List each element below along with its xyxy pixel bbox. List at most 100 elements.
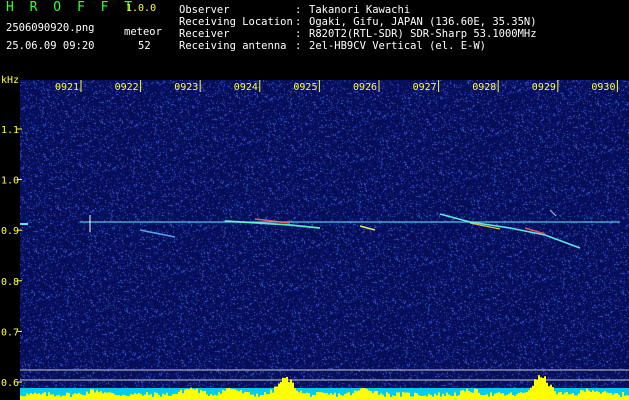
- power-bar-column: [576, 395, 578, 400]
- power-bar-column: [38, 393, 40, 400]
- power-bar-column: [60, 396, 62, 400]
- power-bar-column: [296, 390, 298, 400]
- power-bar-column: [396, 392, 398, 400]
- time-tick-label: 0924: [234, 82, 258, 93]
- power-bar-column: [490, 392, 492, 400]
- power-bar-column: [276, 386, 278, 400]
- power-bar-column: [244, 391, 246, 400]
- power-bar-column: [272, 392, 274, 400]
- power-bar-column: [212, 395, 214, 400]
- power-bar-column: [420, 396, 422, 400]
- power-bar-column: [80, 394, 82, 400]
- power-bar-column: [536, 379, 538, 400]
- power-bar-column: [32, 394, 34, 400]
- y-tick-label: 0.9: [1, 226, 19, 237]
- power-bar-column: [316, 392, 318, 400]
- power-bar-column: [372, 392, 374, 400]
- power-bar-column: [94, 392, 96, 400]
- power-bar-column: [282, 377, 284, 400]
- power-bar-column: [436, 395, 438, 400]
- power-bar-column: [586, 388, 588, 400]
- power-bar-column: [508, 393, 510, 400]
- power-bar-column: [500, 393, 502, 400]
- power-bar-column: [234, 389, 236, 400]
- power-bar-column: [50, 394, 52, 400]
- power-bar-column: [398, 392, 400, 400]
- power-bar-column: [462, 390, 464, 400]
- power-bar-column: [468, 391, 470, 400]
- meteor-echo-trail: [139, 229, 176, 238]
- power-bar-column: [114, 394, 116, 400]
- power-bar-column: [254, 396, 256, 400]
- power-bar-column: [608, 393, 610, 400]
- power-bar-column: [414, 392, 416, 400]
- power-bar-column: [482, 395, 484, 400]
- power-bar-column: [518, 392, 520, 400]
- power-bar-column: [614, 393, 616, 400]
- power-bar-column: [418, 395, 420, 400]
- power-bar-column: [54, 396, 56, 400]
- power-bar-column: [116, 395, 118, 400]
- power-bar-column: [424, 395, 426, 400]
- power-bar-column: [262, 394, 264, 400]
- power-bar-column: [288, 382, 290, 400]
- power-bar-column: [248, 392, 250, 400]
- power-bar-column: [64, 395, 66, 400]
- power-bar-column: [624, 395, 626, 400]
- meteor-echo-layer: [20, 209, 620, 249]
- power-bar-column: [564, 392, 566, 400]
- y-unit-label: kHz: [1, 75, 19, 86]
- power-bar-column: [584, 391, 586, 400]
- power-bar-column: [222, 390, 224, 400]
- power-bar-column: [520, 391, 522, 400]
- power-bar-column: [126, 395, 128, 400]
- power-bar-column: [270, 389, 272, 400]
- time-tick-label: 0922: [115, 82, 139, 93]
- power-bar-column: [510, 392, 512, 400]
- power-bar-column: [350, 395, 352, 400]
- time-tick-label: 0921: [55, 82, 79, 93]
- power-bar-column: [364, 388, 366, 400]
- power-bar-column: [604, 391, 606, 400]
- power-bar-column: [548, 386, 550, 400]
- power-bar-column: [378, 394, 380, 400]
- power-bar-column: [426, 396, 428, 400]
- power-bar-column: [534, 379, 536, 400]
- power-bar-column: [214, 394, 216, 400]
- power-bar-column: [552, 387, 554, 400]
- y-tick-label: 0.7: [1, 327, 19, 338]
- power-bar-column: [484, 395, 486, 400]
- time-tick-label: 0923: [174, 82, 198, 93]
- power-bar-column: [138, 392, 140, 400]
- y-tick-label: 0.6: [1, 378, 19, 389]
- power-bar-column: [466, 388, 468, 400]
- spectrogram-overlay: kHz 1.1 1.0 0.9 0.8 0.7 0.6 0921 0922 0923 0924 092…: [1, 75, 629, 400]
- power-bar-column: [308, 393, 310, 400]
- power-bar-column: [124, 395, 126, 400]
- power-bar-column: [158, 394, 160, 400]
- power-bar-column: [610, 392, 612, 400]
- power-bar-column: [386, 392, 388, 400]
- power-bar-column: [300, 390, 302, 400]
- power-bar-column: [332, 394, 334, 400]
- power-bar-column: [224, 390, 226, 400]
- power-bar-column: [324, 393, 326, 400]
- power-bar-column: [188, 389, 190, 400]
- power-bar-column: [472, 392, 474, 400]
- power-bar-column: [368, 390, 370, 400]
- power-bar-column: [326, 392, 328, 400]
- power-bar-column: [376, 391, 378, 400]
- power-bar-column: [450, 395, 452, 400]
- power-bar-column: [600, 393, 602, 400]
- power-bar-column: [202, 391, 204, 400]
- power-bar-column: [596, 391, 598, 400]
- power-bar-column: [40, 394, 42, 400]
- power-bar-column: [146, 392, 148, 400]
- power-bar-column: [338, 393, 340, 400]
- power-bar-column: [554, 391, 556, 400]
- power-bar-column: [356, 391, 358, 400]
- power-bar-column: [46, 396, 48, 400]
- power-bar-column: [612, 394, 614, 400]
- power-bar-column: [210, 394, 212, 400]
- power-bar-column: [164, 394, 166, 400]
